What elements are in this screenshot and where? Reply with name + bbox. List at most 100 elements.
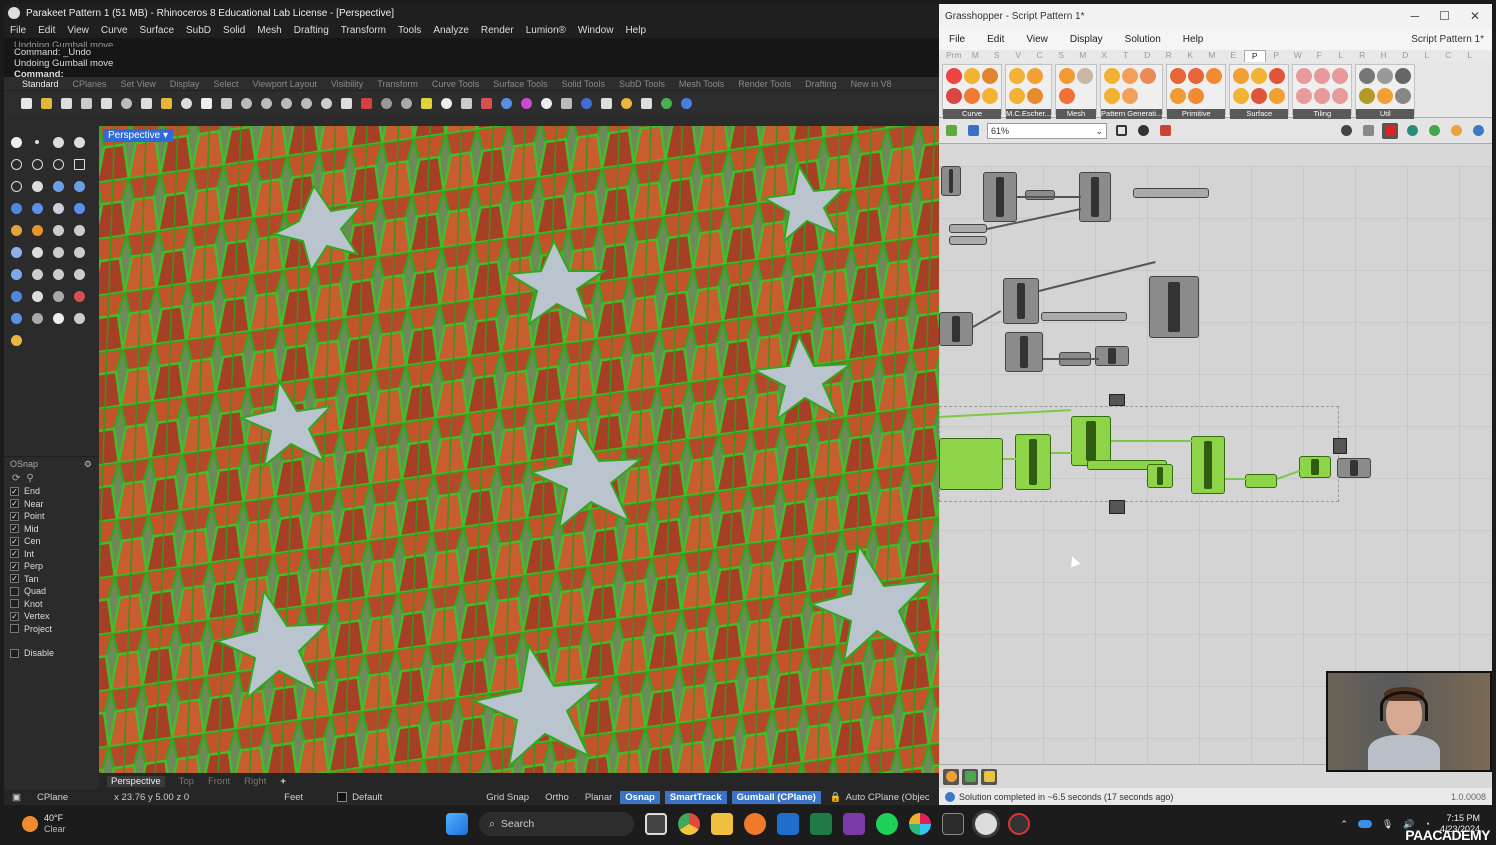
trim-icon[interactable] bbox=[50, 222, 66, 238]
save-icon[interactable] bbox=[58, 95, 74, 111]
polyline-icon[interactable] bbox=[50, 134, 66, 150]
tiling-component-icon[interactable] bbox=[1296, 88, 1313, 104]
curve-component-icon[interactable] bbox=[982, 88, 998, 104]
properties-icon[interactable] bbox=[98, 95, 114, 111]
util-component-icon[interactable] bbox=[1395, 68, 1412, 84]
taskbar-search[interactable]: ⌕ Search bbox=[479, 812, 634, 836]
join-icon[interactable] bbox=[8, 244, 24, 260]
wireframe-icon[interactable] bbox=[398, 95, 414, 111]
refresh-icon[interactable]: ⟳ bbox=[12, 473, 20, 484]
menu-solid[interactable]: Solid bbox=[223, 25, 245, 36]
menu-file[interactable]: File bbox=[10, 25, 26, 36]
checkbox[interactable]: ✓ bbox=[10, 549, 19, 559]
primitive-component-icon[interactable] bbox=[1188, 88, 1205, 104]
gh-tab[interactable]: D bbox=[1395, 50, 1417, 62]
pattern-component-icon[interactable] bbox=[1104, 88, 1121, 104]
open-file-icon[interactable] bbox=[943, 123, 959, 139]
cplane-icon[interactable] bbox=[358, 95, 374, 111]
fillet-icon[interactable] bbox=[29, 178, 45, 194]
osnap-tan[interactable]: ✓ Tan bbox=[4, 573, 98, 586]
zoom-icon[interactable] bbox=[238, 95, 254, 111]
chevron-up-icon[interactable]: ⌃ bbox=[1340, 819, 1348, 830]
gh-tab[interactable]: R bbox=[1352, 50, 1374, 62]
gh-node-dispatch[interactable] bbox=[939, 312, 973, 346]
util-component-icon[interactable] bbox=[1395, 88, 1412, 104]
menu-window[interactable]: Window bbox=[578, 25, 614, 36]
snapshot-icon[interactable] bbox=[598, 95, 614, 111]
gh-tab[interactable]: D bbox=[1137, 50, 1159, 62]
surface-component-icon[interactable] bbox=[1233, 88, 1250, 104]
boolean-icon[interactable] bbox=[8, 288, 24, 304]
scale-icon[interactable] bbox=[29, 266, 45, 282]
gh-tab[interactable]: K bbox=[1180, 50, 1202, 62]
paste-icon[interactable] bbox=[158, 95, 174, 111]
gh-node-neg[interactable] bbox=[1147, 464, 1173, 488]
point-icon[interactable] bbox=[29, 134, 45, 150]
gh-menu-display[interactable]: Display bbox=[1070, 34, 1103, 45]
util-component-icon[interactable] bbox=[1377, 68, 1394, 84]
checkbox[interactable]: ✓ bbox=[10, 499, 19, 509]
gh-doc-name[interactable]: Script Pattern 1* bbox=[1411, 34, 1492, 45]
circle-icon[interactable] bbox=[8, 156, 24, 172]
pan-icon[interactable] bbox=[198, 95, 214, 111]
vp-tab-right[interactable]: Right bbox=[244, 776, 266, 787]
dimension-icon[interactable] bbox=[29, 288, 45, 304]
windows-start-icon[interactable] bbox=[446, 813, 468, 835]
material-icon[interactable] bbox=[498, 95, 514, 111]
shade-icon[interactable] bbox=[378, 95, 394, 111]
menu-surface[interactable]: Surface bbox=[140, 25, 174, 36]
curve-component-icon[interactable] bbox=[964, 88, 980, 104]
pattern-component-icon[interactable] bbox=[1104, 68, 1121, 84]
gh-tab[interactable]: M bbox=[1201, 50, 1223, 62]
check-icon[interactable] bbox=[50, 310, 66, 326]
vp-tab-front[interactable]: Front bbox=[208, 776, 230, 787]
curve-component-icon[interactable] bbox=[946, 68, 962, 84]
zoom-dropdown[interactable]: 61% ⌄ bbox=[987, 122, 1107, 139]
zoom-window-icon[interactable] bbox=[258, 95, 274, 111]
surface-icon[interactable] bbox=[29, 200, 45, 216]
menu-view[interactable]: View bbox=[67, 25, 89, 36]
tab-new-in-v8[interactable]: New in V8 bbox=[851, 79, 892, 89]
color-icon[interactable] bbox=[1448, 123, 1464, 139]
mesh-component-icon[interactable] bbox=[1077, 68, 1094, 84]
primitive-component-icon[interactable] bbox=[1188, 68, 1205, 84]
open-file-icon[interactable] bbox=[38, 95, 54, 111]
gh-tab[interactable]: H bbox=[1373, 50, 1395, 62]
light-icon[interactable] bbox=[438, 95, 454, 111]
gh-widget-icon[interactable] bbox=[981, 768, 997, 785]
status-layer[interactable]: Default bbox=[329, 792, 390, 803]
gh-node-star-pattern-2[interactable] bbox=[1071, 416, 1111, 466]
menu-edit[interactable]: Edit bbox=[38, 25, 55, 36]
move-icon[interactable] bbox=[218, 95, 234, 111]
curve-icon[interactable] bbox=[71, 134, 87, 150]
render-icon[interactable] bbox=[558, 95, 574, 111]
checkbox[interactable]: ✓ bbox=[10, 524, 19, 534]
osnap-perp[interactable]: ✓ Perp bbox=[4, 560, 98, 573]
osnap-end[interactable]: ✓ End bbox=[4, 485, 98, 498]
status-gumball[interactable]: Gumball (CPlane) bbox=[731, 790, 821, 804]
gh-tab[interactable]: L bbox=[1459, 50, 1481, 62]
text-icon[interactable] bbox=[8, 266, 24, 282]
checkbox[interactable]: ✓ bbox=[10, 611, 19, 621]
weather-widget[interactable]: 40°F Clear bbox=[4, 813, 204, 835]
gh-tab[interactable]: L bbox=[1416, 50, 1438, 62]
copy-icon[interactable] bbox=[138, 95, 154, 111]
gh-widget-icon[interactable] bbox=[943, 768, 959, 785]
mirror-icon[interactable] bbox=[71, 266, 87, 282]
cylinder-icon[interactable] bbox=[50, 200, 66, 216]
select-arrow-icon[interactable] bbox=[8, 134, 24, 150]
checkbox[interactable] bbox=[10, 648, 19, 658]
checkbox[interactable] bbox=[10, 624, 19, 634]
color-wheel-icon[interactable] bbox=[518, 95, 534, 111]
gh-tab[interactable]: M bbox=[1072, 50, 1094, 62]
outlook-icon[interactable] bbox=[777, 813, 799, 835]
status-units[interactable]: Feet bbox=[276, 792, 311, 803]
perspective-viewport[interactable]: Perspective ▾ bbox=[99, 126, 939, 773]
viewport-label[interactable]: Perspective ▾ bbox=[103, 129, 174, 142]
gh-tab-parakeet[interactable]: P bbox=[1244, 50, 1266, 62]
gh-tab[interactable]: E bbox=[1223, 50, 1245, 62]
group-icon[interactable] bbox=[50, 244, 66, 260]
cut-icon[interactable] bbox=[118, 95, 134, 111]
gh-slider-notch[interactable] bbox=[1041, 312, 1127, 321]
rectangle-icon[interactable] bbox=[71, 156, 87, 172]
